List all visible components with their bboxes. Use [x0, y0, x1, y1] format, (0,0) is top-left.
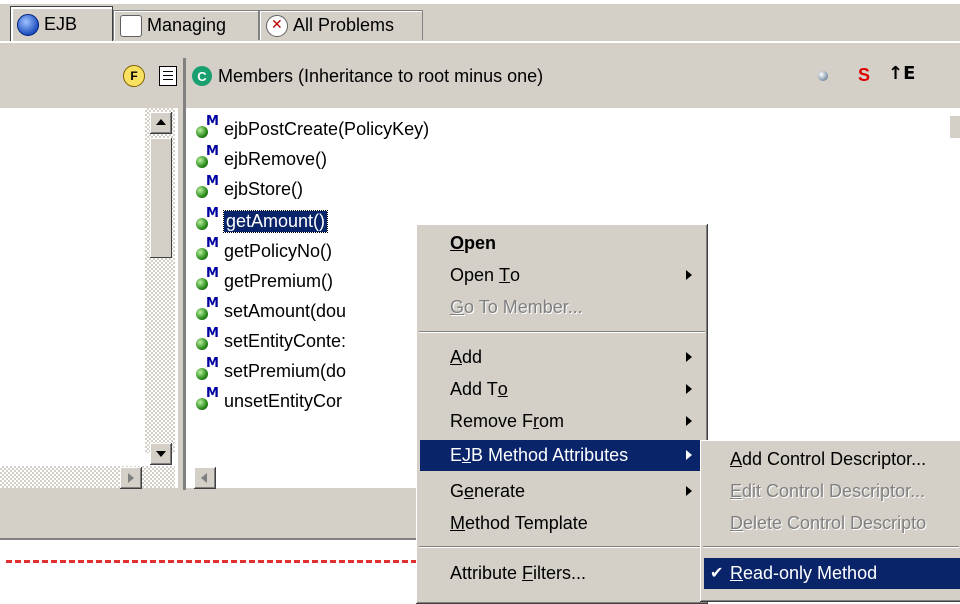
method-icon: M	[194, 174, 222, 200]
method-icon: M	[194, 266, 222, 292]
menu-item-add[interactable]: Add	[416, 342, 708, 373]
method-icon: M	[194, 206, 222, 232]
submenu-item-edit-control-descriptor[interactable]: Edit Control Descriptor...	[700, 476, 960, 507]
method-icon: M	[194, 326, 222, 352]
menu-item-open-to[interactable]: Open To	[416, 260, 708, 291]
member-list-item[interactable]: MsetAmount(dou	[196, 296, 347, 324]
members-vscroll-edge[interactable]	[950, 116, 960, 138]
member-list-item[interactable]: MsetEntityConte:	[196, 326, 347, 354]
member-list-item[interactable]: MunsetEntityCor	[196, 386, 343, 414]
member-label: getPolicyNo()	[224, 240, 333, 261]
submenu-item-read-only-method[interactable]: ✔ Read-only Method	[704, 558, 960, 589]
menu-separator	[419, 546, 705, 548]
tab-ejb-label: EJB	[44, 14, 78, 34]
types-scroll-down-button[interactable]	[150, 443, 172, 465]
member-list-item[interactable]: MsetPremium(do	[196, 356, 347, 384]
members-scroll-left-button[interactable]	[194, 467, 216, 489]
submenu-item-delete-control-descriptor[interactable]: Delete Control Descripto	[700, 508, 960, 539]
method-icon: M	[194, 236, 222, 262]
s-filter-icon[interactable]: S	[858, 65, 870, 86]
menu-item-method-template[interactable]: Method Template	[416, 508, 708, 539]
member-list-item[interactable]: MejbPostCreate(PolicyKey)	[196, 114, 430, 142]
top-edge	[0, 0, 960, 4]
submenu-arrow-icon	[686, 270, 692, 280]
member-list-item[interactable]: MgetPremium()	[196, 266, 334, 294]
members-title: Members (Inheritance to root minus one)	[218, 65, 544, 86]
editor-tab-strip: EJB Managing ✕ All Problems	[0, 0, 960, 58]
menu-item-open[interactable]: Open	[416, 228, 708, 259]
dot-icon[interactable]	[818, 71, 828, 81]
tab-managing[interactable]: Managing	[113, 10, 259, 40]
member-label: setEntityConte:	[224, 330, 347, 351]
submenu-separator	[703, 546, 959, 548]
members-header: C Members (Inheritance to root minus one…	[186, 58, 960, 94]
submenu-arrow-icon	[686, 352, 692, 362]
menu-item-add-to[interactable]: Add To	[416, 374, 708, 405]
member-label: ejbPostCreate(PolicyKey)	[224, 118, 430, 139]
class-c-icon: C	[192, 66, 212, 86]
checkmark-icon: ✔	[710, 563, 724, 582]
method-icon: M	[194, 144, 222, 170]
tab-all-problems-label: All Problems	[293, 15, 395, 35]
menu-item-ejb-method-attributes[interactable]: EJB Method Attributes	[420, 440, 704, 471]
tab-all-problems[interactable]: ✕ All Problems	[259, 10, 423, 40]
types-hscrollbar[interactable]	[0, 466, 175, 488]
member-list-item[interactable]: MgetPolicyNo()	[196, 236, 333, 264]
types-scroll-right-button[interactable]	[120, 467, 142, 489]
member-label: setAmount(dou	[224, 300, 347, 321]
member-label: getPremium()	[224, 270, 334, 291]
ejb-icon	[17, 13, 39, 36]
submenu-arrow-icon	[686, 450, 692, 460]
submenu-arrow-icon	[686, 384, 692, 394]
member-label: ejbStore()	[224, 178, 304, 199]
context-menu: Open Open To Go To Member... Add Add To …	[416, 224, 708, 604]
sort-hierarchy-icon[interactable]: ↑E	[888, 63, 915, 84]
types-scroll-up-button[interactable]	[150, 112, 172, 134]
tab-managing-label: Managing	[147, 15, 227, 35]
submenu-arrow-icon	[686, 416, 692, 426]
types-scroll-thumb[interactable]	[150, 138, 172, 258]
submenu-arrow-icon	[686, 486, 692, 496]
problems-icon: ✕	[266, 14, 288, 37]
method-icon: M	[194, 296, 222, 322]
member-list-item[interactable]: MejbRemove()	[196, 144, 328, 172]
tab-underline	[0, 41, 960, 43]
menu-item-attribute-filters[interactable]: Attribute Filters...	[416, 558, 708, 589]
member-label: setPremium(do	[224, 360, 347, 381]
member-label: getAmount()	[222, 209, 329, 233]
method-icon: M	[194, 356, 222, 382]
menu-item-go-to-member[interactable]: Go To Member...	[416, 292, 708, 323]
types-toolbar: F	[0, 58, 183, 94]
tab-ejb[interactable]: EJB	[10, 6, 113, 42]
method-icon: M	[194, 114, 222, 140]
menu-separator	[419, 331, 705, 333]
method-icon: M	[194, 386, 222, 412]
member-list-item[interactable]: MgetAmount()	[196, 206, 329, 234]
types-pane: F	[0, 58, 183, 490]
member-label: unsetEntityCor	[224, 390, 343, 411]
submenu-item-add-control-descriptor[interactable]: Add Control Descriptor...	[700, 444, 960, 475]
dashed-separator	[6, 560, 426, 563]
menu-item-generate[interactable]: Ge nerate	[416, 476, 708, 507]
f-filter-icon[interactable]: F	[123, 65, 145, 87]
member-list-item[interactable]: MejbStore()	[196, 174, 304, 202]
menu-item-remove-from[interactable]: Remove Fr om	[416, 406, 708, 437]
managing-icon	[120, 14, 142, 37]
ejb-attributes-submenu: Add Control Descriptor... Edit Control D…	[700, 440, 960, 602]
list-icon[interactable]	[159, 66, 177, 86]
member-label: ejbRemove()	[224, 148, 328, 169]
